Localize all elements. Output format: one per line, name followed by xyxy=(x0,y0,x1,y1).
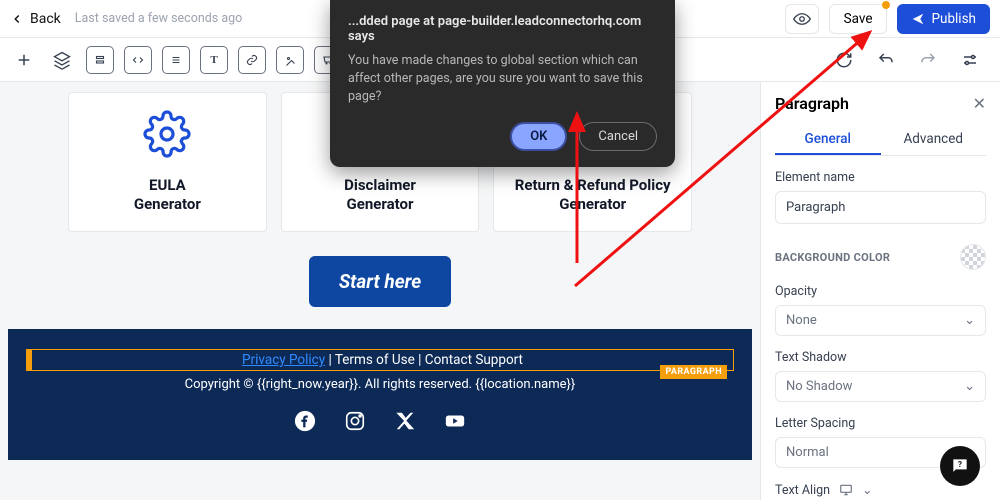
x-twitter-icon[interactable] xyxy=(394,410,416,432)
tool-text-button[interactable]: T xyxy=(200,46,228,74)
tool-link-button[interactable] xyxy=(238,46,266,74)
selection-tag: PARAGRAPH xyxy=(660,365,727,379)
spacing-label: Letter Spacing xyxy=(775,416,986,431)
shadow-select[interactable]: No Shadow⌄ xyxy=(775,371,986,402)
last-saved-text: Last saved a few seconds ago xyxy=(75,11,243,26)
back-label: Back xyxy=(30,11,61,27)
start-here-button[interactable]: Start here xyxy=(309,256,451,307)
social-icons xyxy=(18,410,742,432)
dialog-ok-button[interactable]: OK xyxy=(510,122,567,151)
card-title: Disclaimer Generator xyxy=(344,176,416,214)
close-panel-button[interactable]: ✕ xyxy=(973,94,986,113)
publish-label: Publish xyxy=(931,11,976,27)
shadow-label: Text Shadow xyxy=(775,350,986,365)
save-label: Save xyxy=(844,11,873,27)
back-button[interactable]: Back xyxy=(10,11,61,27)
facebook-icon[interactable] xyxy=(294,410,316,432)
add-element-button[interactable] xyxy=(10,46,38,74)
publish-button[interactable]: Publish xyxy=(897,4,990,34)
svg-text:?: ? xyxy=(958,460,962,470)
tool-layout-button[interactable] xyxy=(86,46,114,74)
sep: | xyxy=(415,352,425,368)
bgcolor-swatch[interactable] xyxy=(960,244,986,270)
unsaved-dot-icon xyxy=(882,1,890,9)
footer-copyright: Copyright © {{right_now.year}}. All righ… xyxy=(18,377,742,392)
footer-link-privacy[interactable]: Privacy Policy xyxy=(242,352,325,368)
tool-image-button[interactable] xyxy=(276,46,304,74)
page-footer-section[interactable]: Privacy Policy | Terms of Use | Contact … xyxy=(8,329,752,460)
tool-code-button[interactable] xyxy=(124,46,152,74)
text-align-label: Text Align xyxy=(775,483,830,498)
confirm-dialog: ...dded page at page-builder.leadconnect… xyxy=(330,0,675,167)
dialog-body: You have made changes to global section … xyxy=(348,52,657,106)
card-title: EULA Generator xyxy=(134,176,201,214)
opacity-select[interactable]: None⌄ xyxy=(775,305,986,336)
redo-button[interactable] xyxy=(914,46,942,74)
tool-list-button[interactable] xyxy=(162,46,190,74)
footer-link-contact[interactable]: Contact Support xyxy=(425,352,523,368)
chevron-down-icon: ⌄ xyxy=(862,482,872,498)
tab-advanced[interactable]: Advanced xyxy=(881,125,987,155)
youtube-icon[interactable] xyxy=(444,410,466,432)
card-eula[interactable]: EULA Generator xyxy=(68,92,267,232)
chevron-down-icon: ⌄ xyxy=(964,313,975,328)
dialog-title: ...dded page at page-builder.leadconnect… xyxy=(348,14,657,44)
settings-sliders-button[interactable] xyxy=(956,46,984,74)
footer-link-terms[interactable]: Terms of Use xyxy=(335,352,415,368)
help-fab-button[interactable]: ? xyxy=(940,446,980,486)
selected-paragraph-element[interactable]: Privacy Policy | Terms of Use | Contact … xyxy=(26,349,734,371)
gear-icon xyxy=(143,110,191,162)
layers-button[interactable] xyxy=(48,46,76,74)
chevron-down-icon: ⌄ xyxy=(964,379,975,394)
instagram-icon[interactable] xyxy=(344,410,366,432)
desktop-icon xyxy=(838,483,854,497)
annotation-arrow-short-icon xyxy=(565,108,595,268)
sep: | xyxy=(325,352,335,368)
